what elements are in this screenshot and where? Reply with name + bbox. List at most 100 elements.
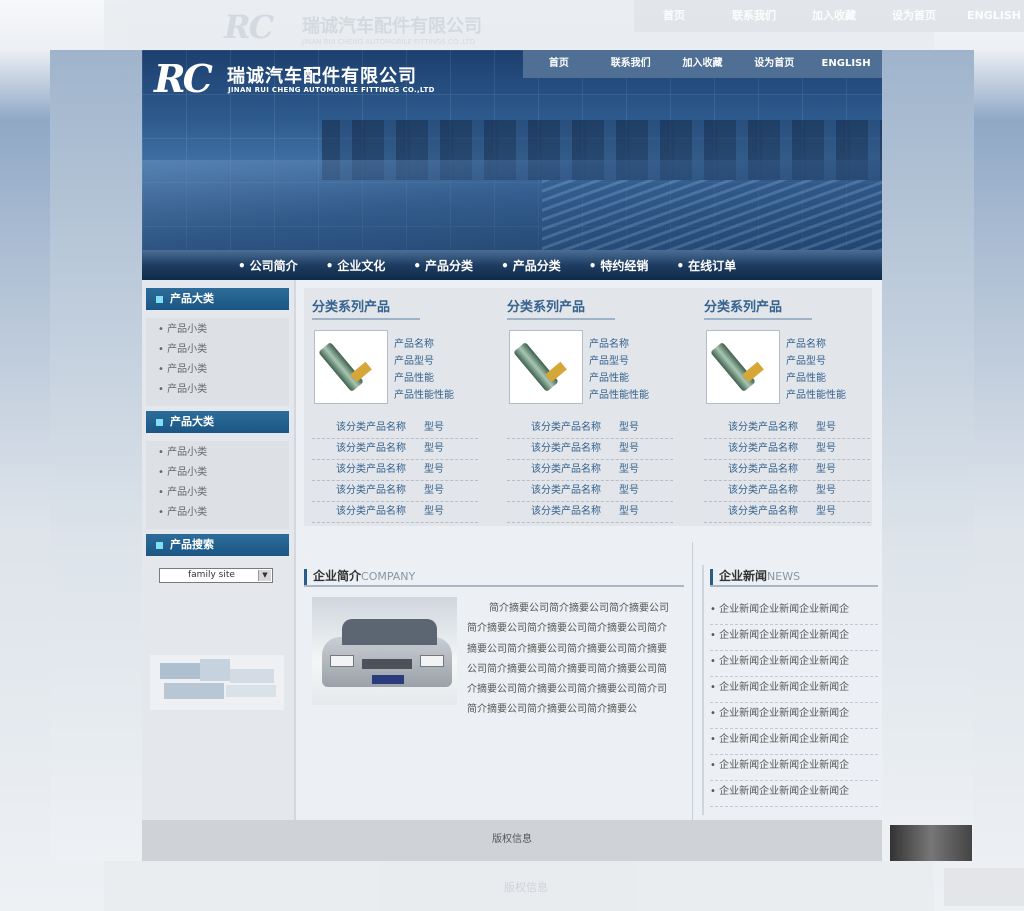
nav-company-intro[interactable]: • 公司简介	[238, 250, 298, 280]
news-item[interactable]: • 企业新闻企业新闻企业新闻企	[710, 781, 878, 807]
product-name-link[interactable]: 产品名称	[589, 336, 649, 353]
top-nav-bookmark[interactable]: 加入收藏	[667, 50, 739, 78]
product-row[interactable]: 该分类产品名称 型号	[312, 460, 478, 481]
news-item[interactable]: • 企业新闻企业新闻企业新闻企	[710, 677, 878, 703]
family-site-select[interactable]: family site ▼	[159, 568, 273, 583]
ghost-header: RC 瑞诚汽车配件有限公司 JINAN RUI CHENG AUTOMOBILE…	[104, 0, 1024, 50]
product-row[interactable]: 该分类产品名称 型号	[704, 481, 870, 502]
row-name: 该分类产品名称	[336, 506, 406, 517]
header-bar	[304, 568, 307, 585]
product-row[interactable]: 该分类产品名称 型号	[312, 418, 478, 439]
frame-left-gradient	[50, 50, 142, 861]
news-item[interactable]: • 企业新闻企业新闻企业新闻企	[710, 729, 878, 755]
product-perf-link[interactable]: 产品性能	[589, 370, 649, 387]
sidebar-item[interactable]: • 产品小类	[146, 443, 289, 463]
row-name: 该分类产品名称	[336, 485, 406, 496]
news-item[interactable]: • 企业新闻企业新闻企业新闻企	[710, 755, 878, 781]
product-area: 分类系列产品 产品名称 产品型号 产品性能 产品性能性能 该分类产品名称 型号 该…	[304, 288, 872, 526]
row-model: 型号	[424, 485, 444, 496]
product-row[interactable]: 该分类产品名称 型号	[507, 460, 673, 481]
product-series-title[interactable]: 分类系列产品	[507, 296, 615, 320]
row-name: 该分类产品名称	[336, 443, 406, 454]
product-model-link[interactable]: 产品型号	[589, 353, 649, 370]
product-row[interactable]: 该分类产品名称 型号	[507, 502, 673, 523]
product-row[interactable]: 该分类产品名称 型号	[507, 481, 673, 502]
product-perf2-link[interactable]: 产品性能性能	[394, 387, 454, 404]
nav-online-order[interactable]: • 在线订单	[676, 250, 736, 280]
nav-label: 特约经销	[600, 259, 649, 273]
banner-pixel	[230, 669, 274, 683]
top-nav-home[interactable]: 首页	[523, 50, 595, 78]
bullet-icon: •	[676, 259, 685, 273]
side-banner-image[interactable]	[150, 655, 284, 710]
product-series-title[interactable]: 分类系列产品	[704, 296, 812, 320]
top-nav-contact[interactable]: 联系我们	[595, 50, 667, 78]
site-footer: 版权信息	[142, 820, 882, 861]
product-row[interactable]: 该分类产品名称 型号	[312, 502, 478, 523]
sidebar-item[interactable]: • 产品小类	[146, 320, 289, 340]
part-shape	[513, 341, 559, 393]
product-name-link[interactable]: 产品名称	[394, 336, 454, 353]
nav-products-2[interactable]: • 产品分类	[501, 250, 561, 280]
product-row[interactable]: 该分类产品名称 型号	[312, 481, 478, 502]
product-row[interactable]: 该分类产品名称 型号	[704, 460, 870, 481]
news-item[interactable]: • 企业新闻企业新闻企业新闻企	[710, 625, 878, 651]
product-row[interactable]: 该分类产品名称 型号	[704, 418, 870, 439]
company-header: 企业简介COMPANY	[304, 565, 684, 587]
news-title[interactable]: 企业新闻	[719, 569, 767, 583]
product-image[interactable]	[509, 330, 583, 404]
product-perf2-link[interactable]: 产品性能性能	[589, 387, 649, 404]
product-row[interactable]: 该分类产品名称 型号	[704, 502, 870, 523]
ghost-nav-item: ENGLISH	[967, 9, 1021, 22]
news-item[interactable]: • 企业新闻企业新闻企业新闻企	[710, 651, 878, 677]
product-series-title[interactable]: 分类系列产品	[312, 296, 420, 320]
product-perf2-link[interactable]: 产品性能性能	[786, 387, 846, 404]
nav-culture[interactable]: • 企业文化	[326, 250, 386, 280]
product-row[interactable]: 该分类产品名称 型号	[312, 439, 478, 460]
product-model-link[interactable]: 产品型号	[786, 353, 846, 370]
sidebar-item[interactable]: • 产品小类	[146, 340, 289, 360]
product-row[interactable]: 该分类产品名称 型号	[507, 439, 673, 460]
category-header-2[interactable]: 产品大类	[146, 411, 289, 433]
news-item[interactable]: • 企业新闻企业新闻企业新闻企	[710, 703, 878, 729]
product-perf-link[interactable]: 产品性能	[786, 370, 846, 387]
sidebar-item-label: 产品小类	[167, 384, 208, 395]
sidebar-item-label: 产品小类	[167, 447, 208, 458]
product-row[interactable]: 该分类产品名称 型号	[704, 439, 870, 460]
product-image[interactable]	[706, 330, 780, 404]
ghost-nav-item: 首页	[663, 9, 685, 22]
main-nav: • 公司简介 • 企业文化 • 产品分类 • 产品分类 • 特约经销 • 在线订单	[142, 250, 882, 280]
sidebar-item[interactable]: • 产品小类	[146, 380, 289, 400]
product-model-link[interactable]: 产品型号	[394, 353, 454, 370]
category-list-2: • 产品小类 • 产品小类 • 产品小类 • 产品小类	[146, 441, 289, 529]
product-name-link[interactable]: 产品名称	[786, 336, 846, 353]
chevron-down-icon[interactable]: ▼	[258, 570, 271, 581]
company-title[interactable]: 企业简介	[313, 569, 361, 583]
sidebar-item[interactable]: • 产品小类	[146, 503, 289, 523]
product-image[interactable]	[314, 330, 388, 404]
row-model: 型号	[424, 443, 444, 454]
news-item-label: 企业新闻企业新闻企业新闻企	[719, 630, 850, 641]
bullet-icon: •	[501, 259, 509, 273]
category-title: 产品大类	[170, 292, 214, 305]
square-icon	[156, 295, 163, 303]
sidebar-item[interactable]: • 产品小类	[146, 360, 289, 380]
nav-dealers[interactable]: • 特约经销	[589, 250, 649, 280]
product-row[interactable]: 该分类产品名称 型号	[507, 418, 673, 439]
product-rows: 该分类产品名称 型号 该分类产品名称 型号 该分类产品名称 型号 该分类产品名称 型号 …	[704, 418, 870, 523]
sidebar-item[interactable]: • 产品小类	[146, 483, 289, 503]
top-nav-set-homepage[interactable]: 设为首页	[738, 50, 810, 78]
category-header-1[interactable]: 产品大类	[146, 288, 289, 310]
site-logo[interactable]: RC	[154, 56, 213, 101]
row-model: 型号	[424, 506, 444, 517]
image-spacer	[312, 599, 467, 734]
top-nav-english[interactable]: ENGLISH	[810, 50, 882, 78]
nav-products-1[interactable]: • 产品分类	[413, 250, 473, 280]
row-name: 该分类产品名称	[531, 506, 601, 517]
product-perf-link[interactable]: 产品性能	[394, 370, 454, 387]
news-item[interactable]: • 企业新闻企业新闻企业新闻企	[710, 599, 878, 625]
banner-pixel	[164, 683, 224, 699]
row-name: 该分类产品名称	[728, 443, 798, 454]
banner-pixel	[200, 659, 230, 681]
sidebar-item[interactable]: • 产品小类	[146, 463, 289, 483]
